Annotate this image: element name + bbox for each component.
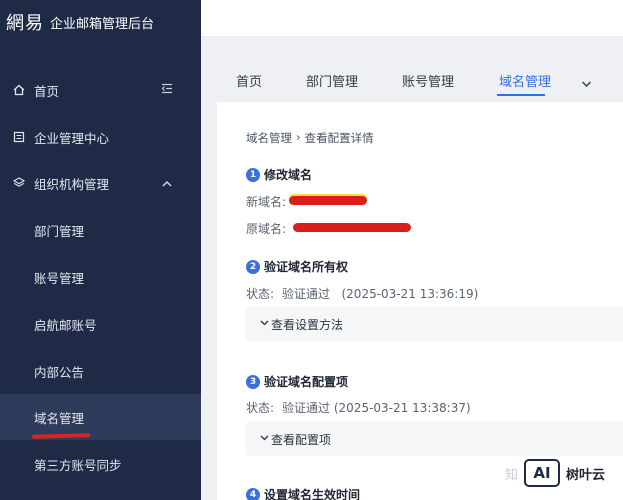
sidebar-item-label: 账号管理 (34, 270, 85, 286)
step-number: 4 (246, 487, 260, 500)
sidebar-item-departments[interactable]: 部门管理 (0, 207, 201, 253)
config-status-row: 状态: 验证通过 (2025-03-21 13:38:37) (246, 399, 471, 416)
section-effective-time: 4 设置域名生效时间 (246, 486, 360, 500)
redaction-mark (293, 223, 411, 232)
ownership-status-row: 状态: 验证通过 (2025-03-21 13:36:19) (246, 285, 478, 302)
sidebar-item-label: 企业管理中心 (34, 130, 110, 146)
section-title: 修改域名 (264, 168, 313, 182)
watermark: 知 AI 树叶云 (505, 456, 623, 490)
watermark-prefix: 知 (505, 467, 519, 483)
status-label: 状态: (246, 401, 275, 415)
sidebar-item-enterprise-center[interactable]: 企业管理中心 (0, 114, 201, 160)
section-title: 验证域名配置项 (264, 375, 349, 389)
sidebar-item-announcements[interactable]: 内部公告 (0, 348, 201, 394)
field-label: 新域名: (246, 195, 287, 209)
sidebar-item-third-party-sync[interactable]: 第三方账号同步 (0, 441, 201, 487)
sidebar-item-label: 部门管理 (34, 223, 85, 239)
tab-domains[interactable]: 域名管理 (499, 71, 551, 90)
home-icon (12, 84, 25, 97)
breadcrumb-separator: › (296, 130, 301, 144)
collapse-sidebar-icon[interactable] (157, 83, 177, 97)
sidebar-item-home[interactable]: 首页 (0, 67, 201, 113)
section-title: 设置域名生效时间 (264, 488, 361, 500)
tab-accounts[interactable]: 账号管理 (402, 71, 454, 90)
redaction-mark (289, 196, 367, 205)
sidebar-item-label: 首页 (34, 83, 60, 99)
status-value: 验证通过 (2025-03-21 13:38:37) (282, 401, 471, 415)
sidebar-item-label: 内部公告 (34, 364, 85, 380)
sidebar-item-accounts[interactable]: 账号管理 (0, 254, 201, 300)
enterprise-icon (12, 131, 25, 144)
section-modify-domain: 1 修改域名 (246, 166, 312, 183)
section-title: 验证域名所有权 (264, 260, 349, 274)
netease-logo: 網易 (6, 13, 44, 34)
chevron-down-icon[interactable] (581, 73, 593, 87)
ai-logo-icon: AI (524, 459, 561, 487)
watermark-name: 树叶云 (566, 467, 606, 483)
step-number: 2 (246, 259, 260, 274)
view-setup-method-toggle[interactable]: 查看设置方法 (246, 307, 623, 341)
brand: 網易 企业邮箱管理后台 (6, 10, 154, 34)
breadcrumb: 域名管理 › 查看配置详情 (246, 130, 374, 146)
new-domain-row: 新域名: (246, 193, 286, 210)
sidebar-item-label: 启航邮账号 (34, 317, 97, 333)
tab-bar: 首页 部门管理 账号管理 域名管理 (201, 56, 623, 102)
tab-departments[interactable]: 部门管理 (306, 71, 358, 90)
brand-title: 企业邮箱管理后台 (50, 16, 155, 32)
sidebar: 網易 企业邮箱管理后台 首页 企业管理中心 组织机构管理 部门管理 账号管理 启… (0, 0, 201, 500)
sidebar-item-label: 组织机构管理 (34, 176, 110, 192)
tab-home[interactable]: 首页 (236, 71, 262, 90)
sidebar-item-label: 域名管理 (34, 410, 85, 426)
sidebar-item-qihang-accounts[interactable]: 启航邮账号 (0, 301, 201, 347)
top-bar (201, 0, 623, 37)
chevron-down-icon (260, 319, 269, 329)
old-domain-row: 原域名: (246, 220, 286, 237)
breadcrumb-parent[interactable]: 域名管理 (246, 130, 292, 146)
collapse-label: 查看配置项 (271, 432, 332, 447)
section-verify-config: 3 验证域名配置项 (246, 373, 348, 390)
sidebar-item-domains[interactable]: 域名管理 (0, 394, 201, 440)
field-label: 原域名: (246, 222, 287, 236)
active-tab-indicator (497, 94, 545, 96)
chevron-up-icon[interactable] (157, 176, 177, 190)
status-label: 状态: (246, 287, 275, 301)
chevron-down-icon (260, 434, 269, 444)
breadcrumb-current: 查看配置详情 (304, 131, 374, 145)
view-config-items-toggle[interactable]: 查看配置项 (246, 422, 623, 456)
step-number: 1 (246, 167, 260, 182)
step-number: 3 (246, 374, 260, 389)
sidebar-item-label: 第三方账号同步 (34, 457, 122, 473)
domain-config-detail-card: 域名管理 › 查看配置详情 1 修改域名 新域名: 原域名: 2 验证域名所有权… (217, 102, 623, 500)
collapse-label: 查看设置方法 (271, 317, 344, 332)
sidebar-item-organization[interactable]: 组织机构管理 (0, 160, 201, 206)
layers-icon (12, 177, 25, 190)
status-value: 验证通过 (2025-03-21 13:36:19) (282, 287, 479, 301)
section-verify-ownership: 2 验证域名所有权 (246, 258, 348, 275)
